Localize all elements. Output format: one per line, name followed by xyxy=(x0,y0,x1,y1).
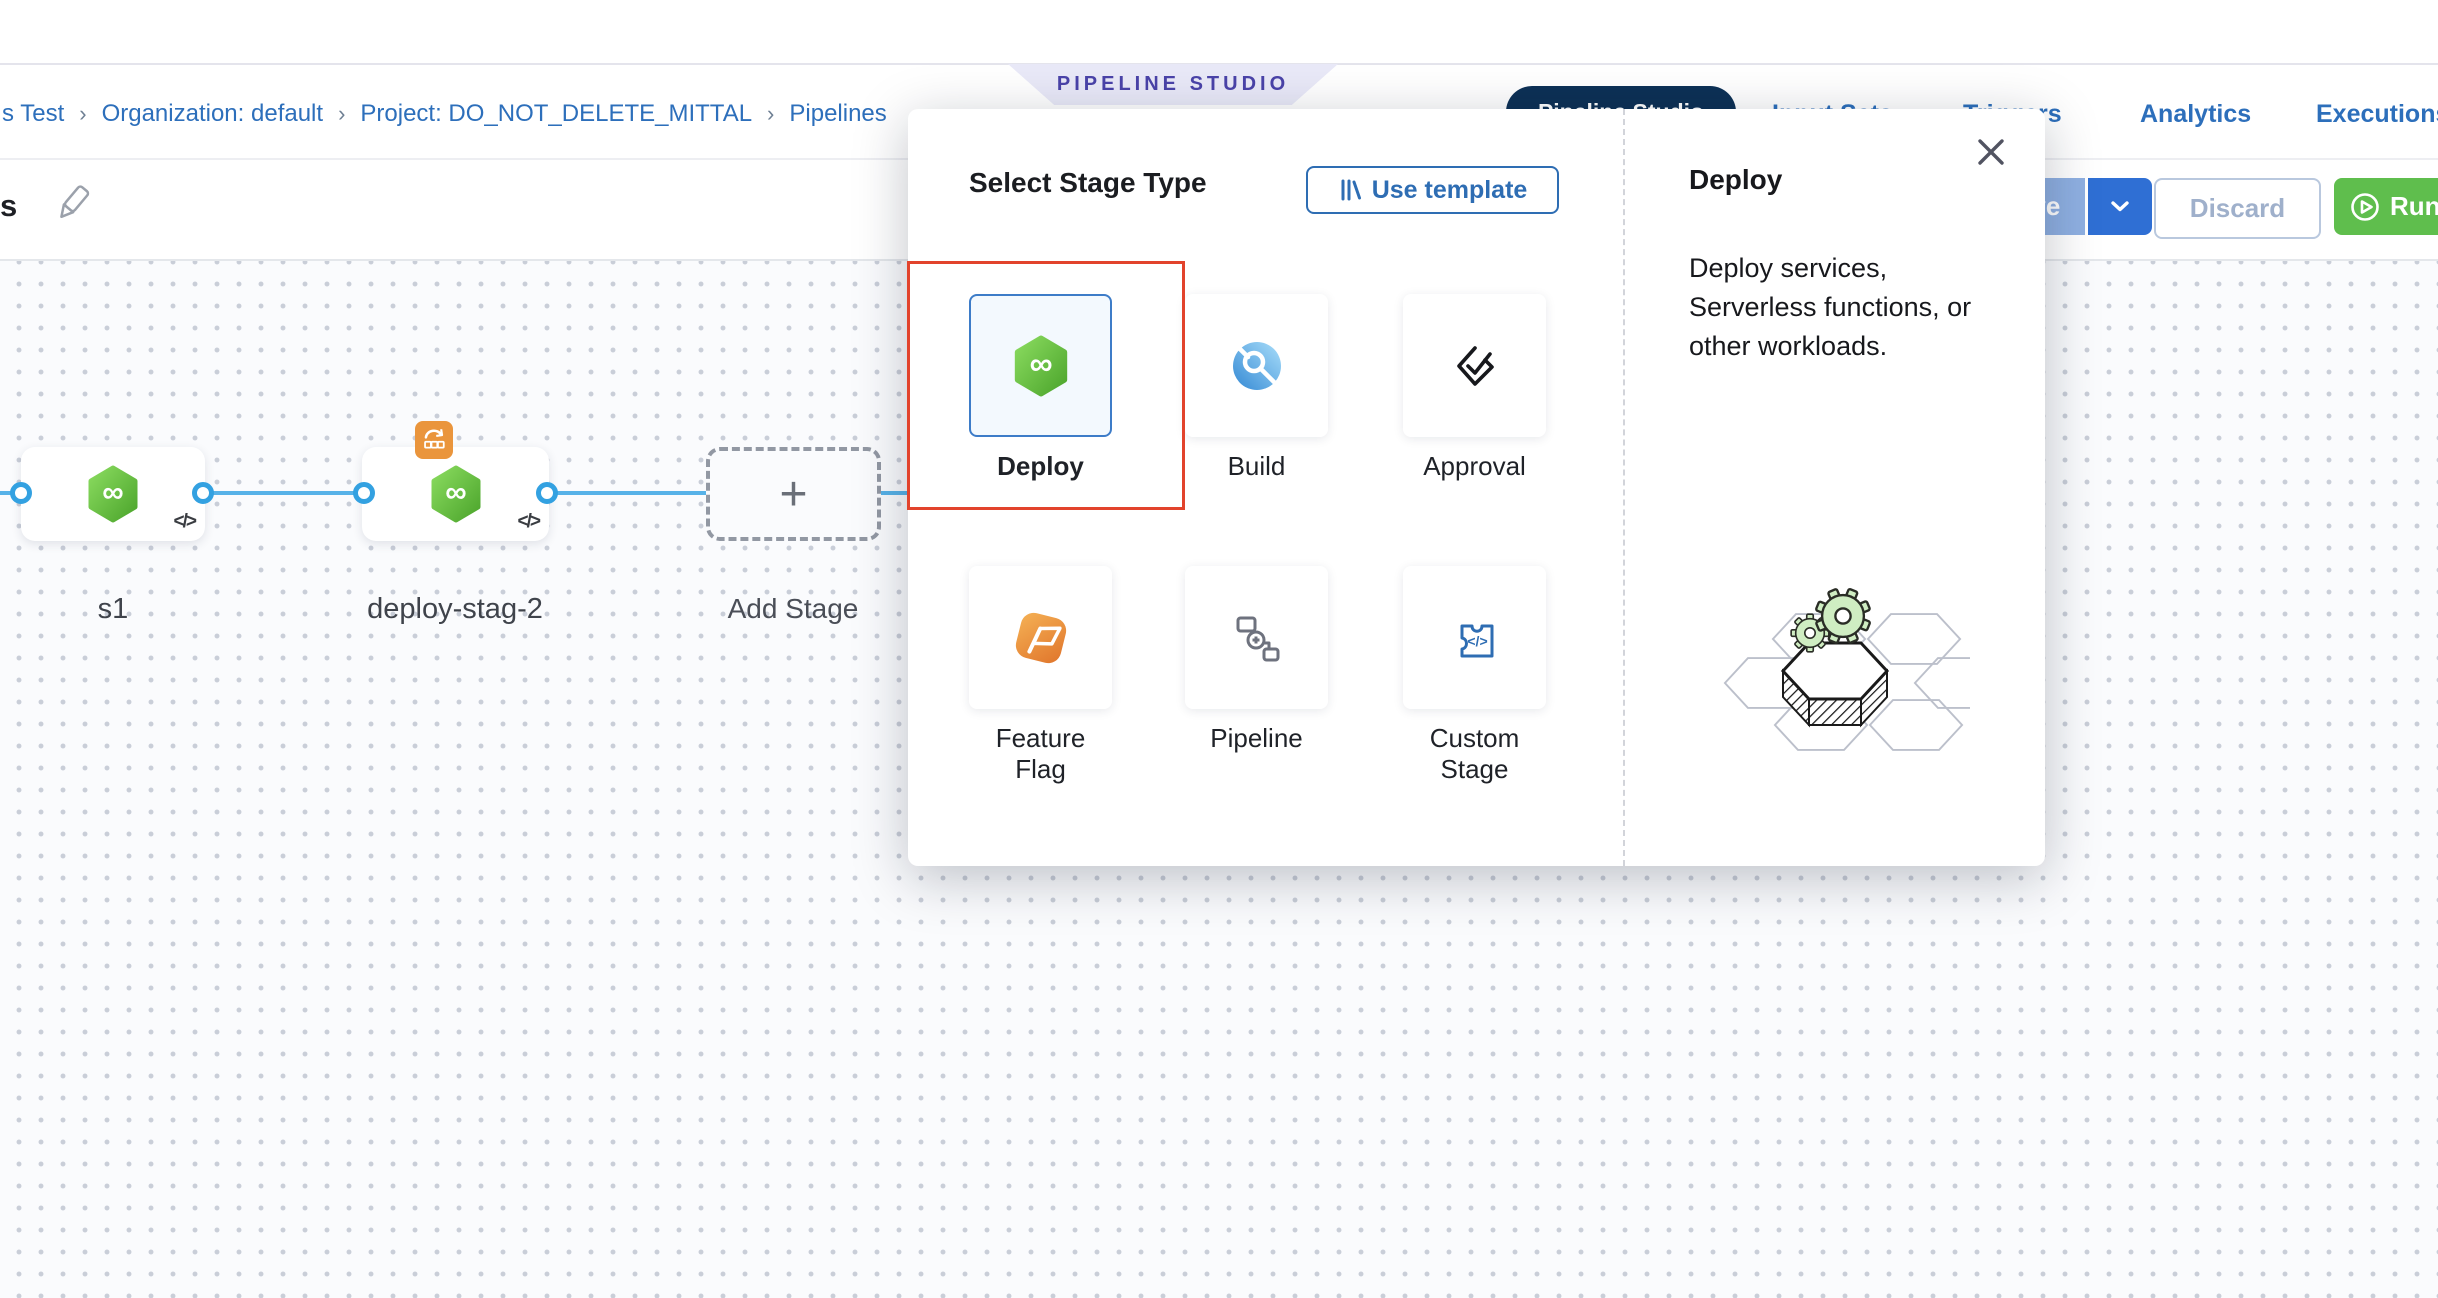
stage-description-text: Deploy services, Serverless functions, o… xyxy=(1689,249,1989,366)
template-library-icon xyxy=(1338,178,1362,202)
connector-line xyxy=(203,491,364,495)
approval-stage-icon xyxy=(1449,340,1501,392)
breadcrumb-item-account[interactable]: s Test xyxy=(2,100,64,128)
stage-node-s1[interactable]: ∞ </> xyxy=(21,447,205,541)
tab-executions[interactable]: Executions xyxy=(2316,100,2438,129)
stage-type-custom-label: Custom Stage xyxy=(1403,723,1546,785)
pipeline-studio-banner: PIPELINE STUDIO xyxy=(1008,64,1338,105)
chevron-down-icon xyxy=(2111,201,2129,212)
breadcrumb-separator: › xyxy=(767,101,774,127)
rolling-strategy-icon xyxy=(415,421,453,459)
code-icon[interactable]: </> xyxy=(174,511,195,533)
stage-type-pipeline-label: Pipeline xyxy=(1185,723,1328,754)
stage-type-feature-flag-label: Feature Flag xyxy=(969,723,1112,785)
tab-analytics[interactable]: Analytics xyxy=(2140,100,2251,129)
dialog-divider xyxy=(1623,109,1625,866)
node-port[interactable] xyxy=(536,482,558,504)
stage-description-title: Deploy xyxy=(1689,164,1782,196)
banner-label: PIPELINE STUDIO xyxy=(1057,73,1289,96)
dialog-title: Select Stage Type xyxy=(969,167,1207,199)
stage-type-approval[interactable] xyxy=(1403,294,1546,437)
node-port[interactable] xyxy=(192,482,214,504)
top-header-strip xyxy=(0,0,2438,65)
stage-type-build-label: Build xyxy=(1185,451,1328,482)
stage-type-pipeline[interactable] xyxy=(1185,566,1328,709)
cd-stage-icon: ∞ xyxy=(430,465,482,523)
node-port[interactable] xyxy=(353,482,375,504)
cd-stage-icon: ∞ xyxy=(87,465,139,523)
stage-label-s1: s1 xyxy=(98,593,129,626)
deploy-illustration xyxy=(1690,571,1970,756)
plus-icon: + xyxy=(779,467,807,522)
code-icon[interactable]: </> xyxy=(518,511,539,533)
save-options-button[interactable] xyxy=(2088,178,2152,235)
svg-text:</>: </> xyxy=(1467,633,1487,649)
add-stage-button[interactable]: + xyxy=(706,447,881,541)
edit-pencil-icon[interactable] xyxy=(50,180,96,226)
build-stage-icon xyxy=(1231,340,1283,392)
use-template-button[interactable]: Use template xyxy=(1306,166,1559,214)
play-circle-icon xyxy=(2350,192,2380,222)
custom-stage-icon: </> xyxy=(1447,610,1503,666)
stage-type-feature-flag[interactable] xyxy=(969,566,1112,709)
stage-node-deploy-stag-2[interactable]: ∞ </> xyxy=(362,447,549,541)
stage-label-deploy-stag-2: deploy-stag-2 xyxy=(367,593,543,626)
close-icon[interactable] xyxy=(1974,135,2008,169)
breadcrumb: s Test › Organization: default › Project… xyxy=(2,100,887,128)
annotation-highlight-deploy xyxy=(907,261,1185,510)
svg-text:∞: ∞ xyxy=(445,476,466,509)
feature-flag-stage-icon xyxy=(1011,608,1071,668)
breadcrumb-separator: › xyxy=(79,101,86,127)
app-root: PIPELINE STUDIO s Test › Organization: d… xyxy=(0,0,2438,1298)
breadcrumb-separator: › xyxy=(338,101,345,127)
connector-line xyxy=(547,491,706,495)
add-stage-label: Add Stage xyxy=(728,593,859,625)
breadcrumb-item-organization[interactable]: Organization: default xyxy=(102,100,323,128)
run-button[interactable]: Run xyxy=(2334,178,2438,235)
pipeline-name: s xyxy=(0,188,17,224)
use-template-label: Use template xyxy=(1372,176,1528,205)
discard-button-label: Discard xyxy=(2190,193,2285,224)
stage-type-approval-label: Approval xyxy=(1403,451,1546,482)
run-button-label: Run xyxy=(2390,191,2438,222)
breadcrumb-item-pipelines[interactable]: Pipelines xyxy=(789,100,886,128)
stage-type-custom[interactable]: </> xyxy=(1403,566,1546,709)
discard-button[interactable]: Discard xyxy=(2154,178,2321,239)
pipeline-stage-icon xyxy=(1230,611,1284,665)
svg-text:∞: ∞ xyxy=(102,476,123,509)
stage-type-build[interactable] xyxy=(1185,294,1328,437)
breadcrumb-item-project[interactable]: Project: DO_NOT_DELETE_MITTAL xyxy=(360,100,752,128)
node-port[interactable] xyxy=(10,482,32,504)
